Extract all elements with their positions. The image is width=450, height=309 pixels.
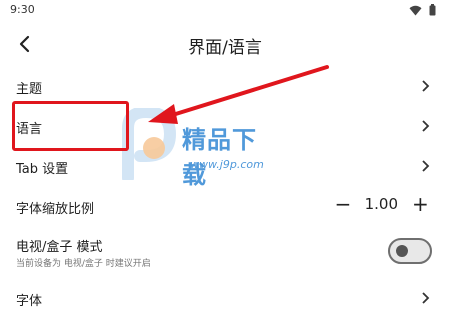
annotation-highlight-box [12,101,129,151]
chevron-right-icon [422,80,430,92]
battery-icon [429,4,436,16]
font-scale-value: 1.00 [364,195,398,213]
page-title: 界面/语言 [188,38,262,58]
wifi-icon [409,5,422,15]
font-scale-label: 字体缩放比例 [16,202,95,217]
watermark: 精品下载 www.j9p.com [118,108,278,189]
font-label: 字体 [16,294,43,309]
status-bar: 9:30 [0,0,450,22]
chevron-right-icon [422,160,430,172]
increase-button[interactable]: + [412,194,429,214]
toggle-knob [396,245,408,257]
status-time: 9:30 [10,3,35,16]
theme-label: 主题 [16,82,43,97]
tv-mode-description: 当前设备为 电视/盒子 时建议开启 [16,259,151,269]
decrease-button[interactable]: − [335,194,352,214]
font-row[interactable]: 字体 [0,278,450,309]
watermark-url: www.j9p.com [190,158,264,171]
font-scale-row: 字体缩放比例 − 1.00 + [0,186,450,226]
tv-mode-row[interactable]: 电视/盒子 模式 当前设备为 电视/盒子 时建议开启 [0,226,450,278]
tv-mode-label: 电视/盒子 模式 [16,240,103,255]
app-bar: 界面/语言 [0,22,450,66]
chevron-right-icon [422,120,430,132]
tab-settings-label: Tab 设置 [16,162,69,177]
font-scale-stepper: − 1.00 + [335,194,429,214]
watermark-brand: 精品下载 [182,126,257,189]
status-icons [409,4,436,16]
chevron-right-icon [422,292,430,304]
theme-row[interactable]: 主题 [0,66,450,106]
tv-mode-toggle[interactable] [388,238,432,264]
